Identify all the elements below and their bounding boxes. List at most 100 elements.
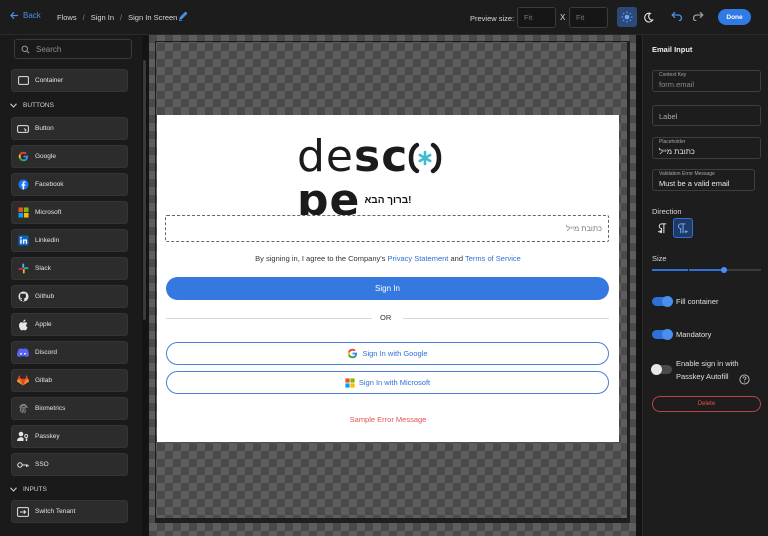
breadcrumb-separator: /	[120, 13, 123, 22]
google-button-label: Sign In with Google	[362, 349, 428, 358]
sidebar-item-passkey[interactable]: Passkey	[11, 425, 128, 448]
redo-icon	[692, 11, 704, 22]
section-inputs-header[interactable]: INPUTS	[10, 486, 47, 493]
section-inputs-label: INPUTS	[23, 486, 47, 493]
validation-error-label: Validation Error Message	[659, 171, 715, 177]
breadcrumb-sign-in[interactable]: Sign In	[91, 13, 114, 22]
breadcrumb-flows[interactable]: Flows	[57, 13, 77, 22]
breadcrumb-sign-in-screen: Sign In Screen	[128, 13, 178, 22]
ltr-text-icon	[657, 222, 666, 233]
passkey-autofill-toggle[interactable]	[651, 364, 672, 375]
sidebar-item-linkedin[interactable]: Linkedin	[11, 229, 128, 252]
edit-name-button[interactable]	[177, 10, 189, 24]
microsoft-icon	[345, 377, 355, 388]
size-slider-handle[interactable]	[721, 267, 727, 273]
sidebar-item-biometrics[interactable]: Biometrics	[11, 397, 128, 420]
slack-icon	[17, 263, 29, 275]
sidebar-item-switch-tenant[interactable]: Switch Tenant	[11, 500, 128, 523]
light-mode-button[interactable]	[617, 7, 637, 27]
app-root: Back Flows / Sign In / Sign In Screen Pr…	[0, 0, 768, 536]
sidebar-item-facebook[interactable]: Facebook	[11, 173, 128, 196]
help-icon[interactable]	[739, 372, 750, 390]
key-icon	[17, 459, 29, 471]
descope-logo: desc pe	[297, 135, 487, 223]
canvas-bottom-edge	[155, 519, 630, 523]
context-key-field[interactable]: Context Key form.email	[652, 70, 761, 92]
top-bar: Back Flows / Sign In / Sign In Screen Pr…	[0, 0, 768, 35]
preview-width-input[interactable]	[517, 7, 556, 28]
canvas-scrollbar[interactable]	[627, 41, 630, 519]
google-icon	[348, 348, 358, 359]
placeholder-value: כתובת מייל	[659, 147, 695, 156]
section-buttons-header[interactable]: BUTTONS	[10, 102, 54, 109]
properties-panel: Email Input Context Key form.email Label…	[642, 35, 768, 536]
sidebar-item-button[interactable]: Button	[11, 117, 128, 140]
terms-and: and	[450, 254, 463, 263]
arrow-left-icon	[10, 11, 19, 20]
back-button[interactable]: Back	[10, 11, 41, 20]
components-sidebar: Search Container BUTTONS Button Google F…	[0, 35, 142, 536]
toggle-knob	[662, 296, 673, 307]
sidebar-item-slack[interactable]: Slack	[11, 257, 128, 280]
descope-o-icon	[409, 142, 442, 174]
sidebar-item-gitlab[interactable]: Gitlab	[11, 369, 128, 392]
preview-height-input[interactable]	[569, 7, 608, 28]
delete-button[interactable]: Delete	[652, 396, 761, 412]
passkey-label-line-2: Passkey Autofill	[676, 372, 729, 381]
or-divider: OR	[166, 313, 609, 323]
terms-of-service-link[interactable]: Terms of Service	[465, 254, 521, 263]
logo-text-bold: sc	[354, 131, 409, 182]
sidebar-item-apple[interactable]: Apple	[11, 313, 128, 336]
container-icon	[17, 75, 29, 87]
placeholder-label: Placeholder	[659, 139, 686, 145]
terms-text: By signing in, I agree to the Company's …	[157, 254, 619, 263]
breadcrumb-separator: /	[82, 13, 85, 22]
mandatory-label: Mandatory	[676, 330, 712, 339]
sun-icon	[621, 11, 633, 23]
switch-tenant-icon	[17, 506, 29, 518]
privacy-statement-link[interactable]: Privacy Statement	[388, 254, 449, 263]
search-box[interactable]: Search	[14, 39, 132, 59]
facebook-icon	[17, 179, 29, 191]
sign-in-with-microsoft-button[interactable]: Sign In with Microsoft	[166, 371, 609, 394]
direction-rtl-button[interactable]	[673, 218, 693, 238]
toggle-knob	[662, 329, 673, 340]
context-key-label: Context Key	[659, 72, 687, 78]
redo-button[interactable]	[692, 11, 704, 23]
context-key-value: form.email	[659, 80, 695, 89]
size-slider[interactable]	[652, 267, 761, 273]
sidebar-item-label: Discord	[35, 349, 58, 356]
dark-mode-button[interactable]	[638, 7, 658, 27]
discord-icon	[17, 347, 29, 359]
microsoft-button-label: Sign In with Microsoft	[358, 378, 431, 387]
undo-button[interactable]	[671, 11, 683, 23]
sign-in-button[interactable]: Sign In	[166, 277, 609, 300]
sidebar-item-discord[interactable]: Discord	[11, 341, 128, 364]
sidebar-item-sso[interactable]: SSO	[11, 453, 128, 476]
label-field[interactable]: Label	[652, 105, 761, 126]
sidebar-item-google[interactable]: Google	[11, 145, 128, 168]
sidebar-item-label: Linkedin	[35, 237, 60, 244]
error-message: Sample Error Message	[349, 415, 427, 424]
fill-container-toggle[interactable]	[652, 296, 673, 307]
mandatory-toggle[interactable]	[652, 329, 673, 340]
email-input[interactable]	[165, 215, 609, 242]
moon-icon	[643, 12, 654, 23]
logo-o-mark	[408, 139, 442, 174]
fill-container-label: Fill container	[676, 297, 719, 306]
validation-error-field[interactable]: Validation Error Message Must be a valid…	[652, 169, 755, 191]
sidebar-item-label: Microsoft	[35, 209, 62, 216]
sidebar-item-container[interactable]: Container	[11, 69, 128, 92]
direction-ltr-button[interactable]	[652, 218, 672, 238]
placeholder-field[interactable]: Placeholder כתובת מייל	[652, 137, 761, 159]
passkey-icon	[17, 431, 29, 443]
done-button[interactable]: Done	[718, 9, 751, 25]
sidebar-item-label: Gitlab	[35, 377, 52, 384]
rtl-text-icon	[677, 222, 688, 233]
sidebar-item-github[interactable]: Github	[11, 285, 128, 308]
fingerprint-icon	[17, 403, 29, 415]
sign-in-with-google-button[interactable]: Sign In with Google	[166, 342, 609, 365]
size-label: Size	[652, 254, 667, 263]
sidebar-scrollbar[interactable]	[143, 60, 146, 320]
sidebar-item-microsoft[interactable]: Microsoft	[11, 201, 128, 224]
